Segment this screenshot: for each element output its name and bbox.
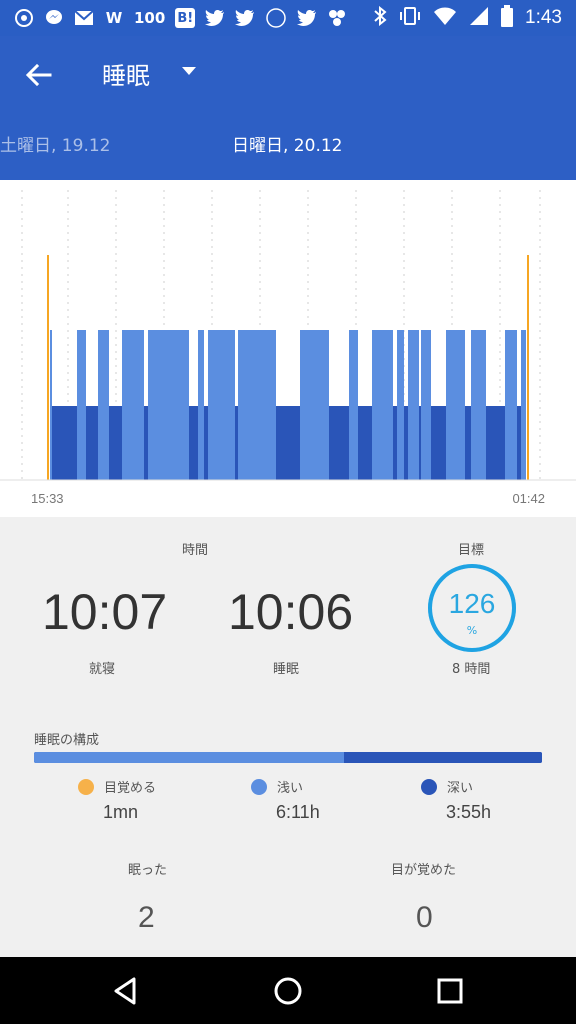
chart-bar-light [198,330,204,480]
app-bar: 睡眠 土曜日, 19.12 日曜日, 20.12 [0,36,576,180]
awake-duration: 1mn [103,802,139,822]
chart-bar-light [238,330,276,480]
notification-icons: W 100 B! [0,8,347,28]
twitter-icon [235,8,255,28]
goal-header: 目標 [458,543,485,558]
legend-awake: 目覚める [78,777,156,796]
axis-start-time: 15:33 [31,491,64,506]
goal-percent: 126 [448,588,496,619]
chart-bar-light [372,330,393,480]
legend-deep-label: 深い [447,781,474,796]
goal-percent-unit: % [466,624,478,637]
goal-hours: 8 時間 [452,662,491,677]
tab-current-day[interactable]: 日曜日, 20.12 [232,131,342,156]
woke-up-label: 目が覚めた [391,863,457,878]
hatena-icon: B! [175,8,196,28]
pinwheel-icon [327,8,347,28]
back-button[interactable] [22,58,56,92]
fell-asleep-count: 2 [138,901,155,934]
circle-home-icon [274,977,302,1005]
wordpress-icon: W [105,9,123,27]
chart-bar-light [397,330,404,480]
chart-bar-light [446,330,465,480]
light-duration: 6:11h [276,802,320,822]
chart-bar-light [349,330,358,480]
bedtime-value: 10:07 [42,584,168,640]
chart-bar-light [505,330,517,480]
whatsapp-icon [14,8,34,28]
chart-bar-light [300,330,329,480]
stats-panel: 時間 目標 10:07 10:06 就寝 睡眠 126 % 8 時間 睡眠の構成… [0,517,576,957]
chart-bar-light [408,330,419,480]
575-icon [265,8,287,28]
page-title[interactable]: 睡眠 [102,56,150,91]
sleep-chart-area [0,180,576,481]
chart-bar-light [208,330,235,480]
nav-back-button[interactable] [110,975,142,1007]
chart-bar-light [471,330,486,480]
sleep-composition-label: 睡眠の構成 [34,733,100,748]
sleep-chart [0,190,576,481]
light-dot-icon [251,778,267,795]
twitter-icon [205,8,225,28]
nav-recents-button[interactable] [434,975,466,1007]
chart-bar-light [421,330,431,480]
chart-bar-light [521,330,526,480]
100-icon: 100 [134,9,166,27]
wifi-icon [433,6,457,30]
navigation-bar [0,957,576,1024]
chart-bar-light [50,330,52,480]
triangle-back-icon [114,977,136,1005]
legend-awake-label: 目覚める [104,781,157,796]
chart-bar-light [98,330,109,480]
signal-icon [469,6,489,30]
battery-icon [501,5,514,31]
legend-light: 浅い [251,777,303,796]
twitter-icon [297,8,317,28]
sleep-label: 睡眠 [273,662,300,677]
tab-previous-day[interactable]: 土曜日, 19.12 [0,131,110,156]
composition-light-segment [34,752,344,763]
chart-time-axis: 15:33 01:42 [0,481,576,517]
nav-home-button[interactable] [272,975,304,1007]
chevron-down-icon[interactable] [182,67,196,75]
fell-asleep-label: 眠った [128,863,168,878]
awake-dot-icon [78,778,94,795]
deep-dot-icon [421,778,437,795]
sleep-composition-bar [34,752,542,763]
woke-up-count: 0 [416,901,433,934]
time-header: 時間 [182,543,209,558]
legend-light-label: 浅い [277,781,304,796]
status-bar: W 100 B! 1:43 [0,0,576,36]
arrow-back-icon [25,63,52,87]
chart-bar-light [77,330,86,480]
deep-duration: 3:55h [446,802,492,822]
legend-deep: 深い [421,777,473,796]
gmail-icon [74,8,94,28]
sleep-duration-value: 10:06 [228,584,354,640]
vibrate-icon [399,6,421,30]
status-time: 1:43 [525,7,562,28]
square-recents-icon [437,978,463,1004]
composition-deep-segment [343,752,542,763]
chart-bar-awake [47,255,49,480]
axis-end-time: 01:42 [512,491,545,506]
chart-bar-light [122,330,144,480]
bedtime-label: 就寝 [89,662,116,677]
system-icons: 1:43 [373,5,576,31]
chart-bar-light [148,330,189,480]
bluetooth-icon [373,5,387,30]
chart-bar-awake [527,255,529,480]
messenger-icon [44,8,64,28]
